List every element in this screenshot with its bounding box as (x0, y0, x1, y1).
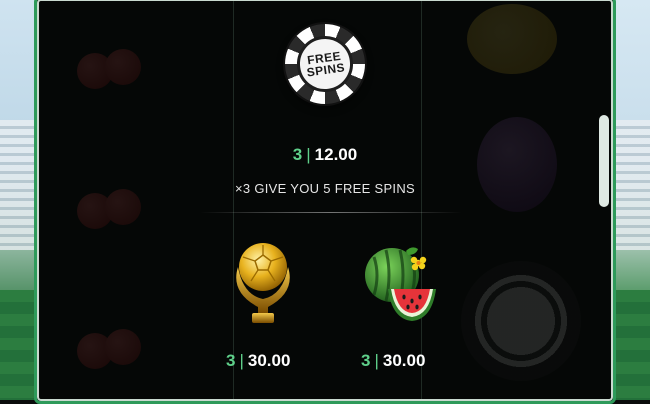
payout-separator: | (239, 351, 244, 370)
reel-separator (421, 0, 422, 401)
free-spins-payout: 3 | 12.00 (0, 145, 650, 165)
payout-count: 3 (361, 351, 371, 370)
trophy-payout: 3 | 30.00 (226, 351, 290, 371)
cherry-icon (73, 299, 143, 369)
payout-value: 30.00 (247, 351, 291, 370)
scrollbar-thumb[interactable] (599, 115, 609, 207)
payout-count: 3 (292, 145, 303, 164)
cherry-icon (73, 19, 143, 89)
watermelon-icon (365, 247, 436, 321)
lemon-icon (467, 4, 557, 74)
payout-count: 3 (226, 351, 236, 370)
payout-separator: | (374, 351, 379, 370)
free-spins-chip-icon (461, 261, 581, 381)
free-spins-description: ×3 GIVE YOU 5 FREE SPINS (235, 181, 415, 196)
watermelon-payout: 3 | 30.00 (361, 351, 425, 371)
payout-value: 12.00 (314, 145, 358, 164)
reel-separator (233, 0, 234, 401)
stadium-background-right (610, 0, 650, 400)
payout-value: 30.00 (382, 351, 426, 370)
golden-trophy-icon (236, 243, 290, 323)
free-spins-chip-text-line2: SPINS (305, 60, 346, 80)
free-spins-chip-icon: FREE SPINS (285, 24, 365, 104)
payout-separator: | (306, 145, 311, 164)
divider (200, 212, 462, 213)
